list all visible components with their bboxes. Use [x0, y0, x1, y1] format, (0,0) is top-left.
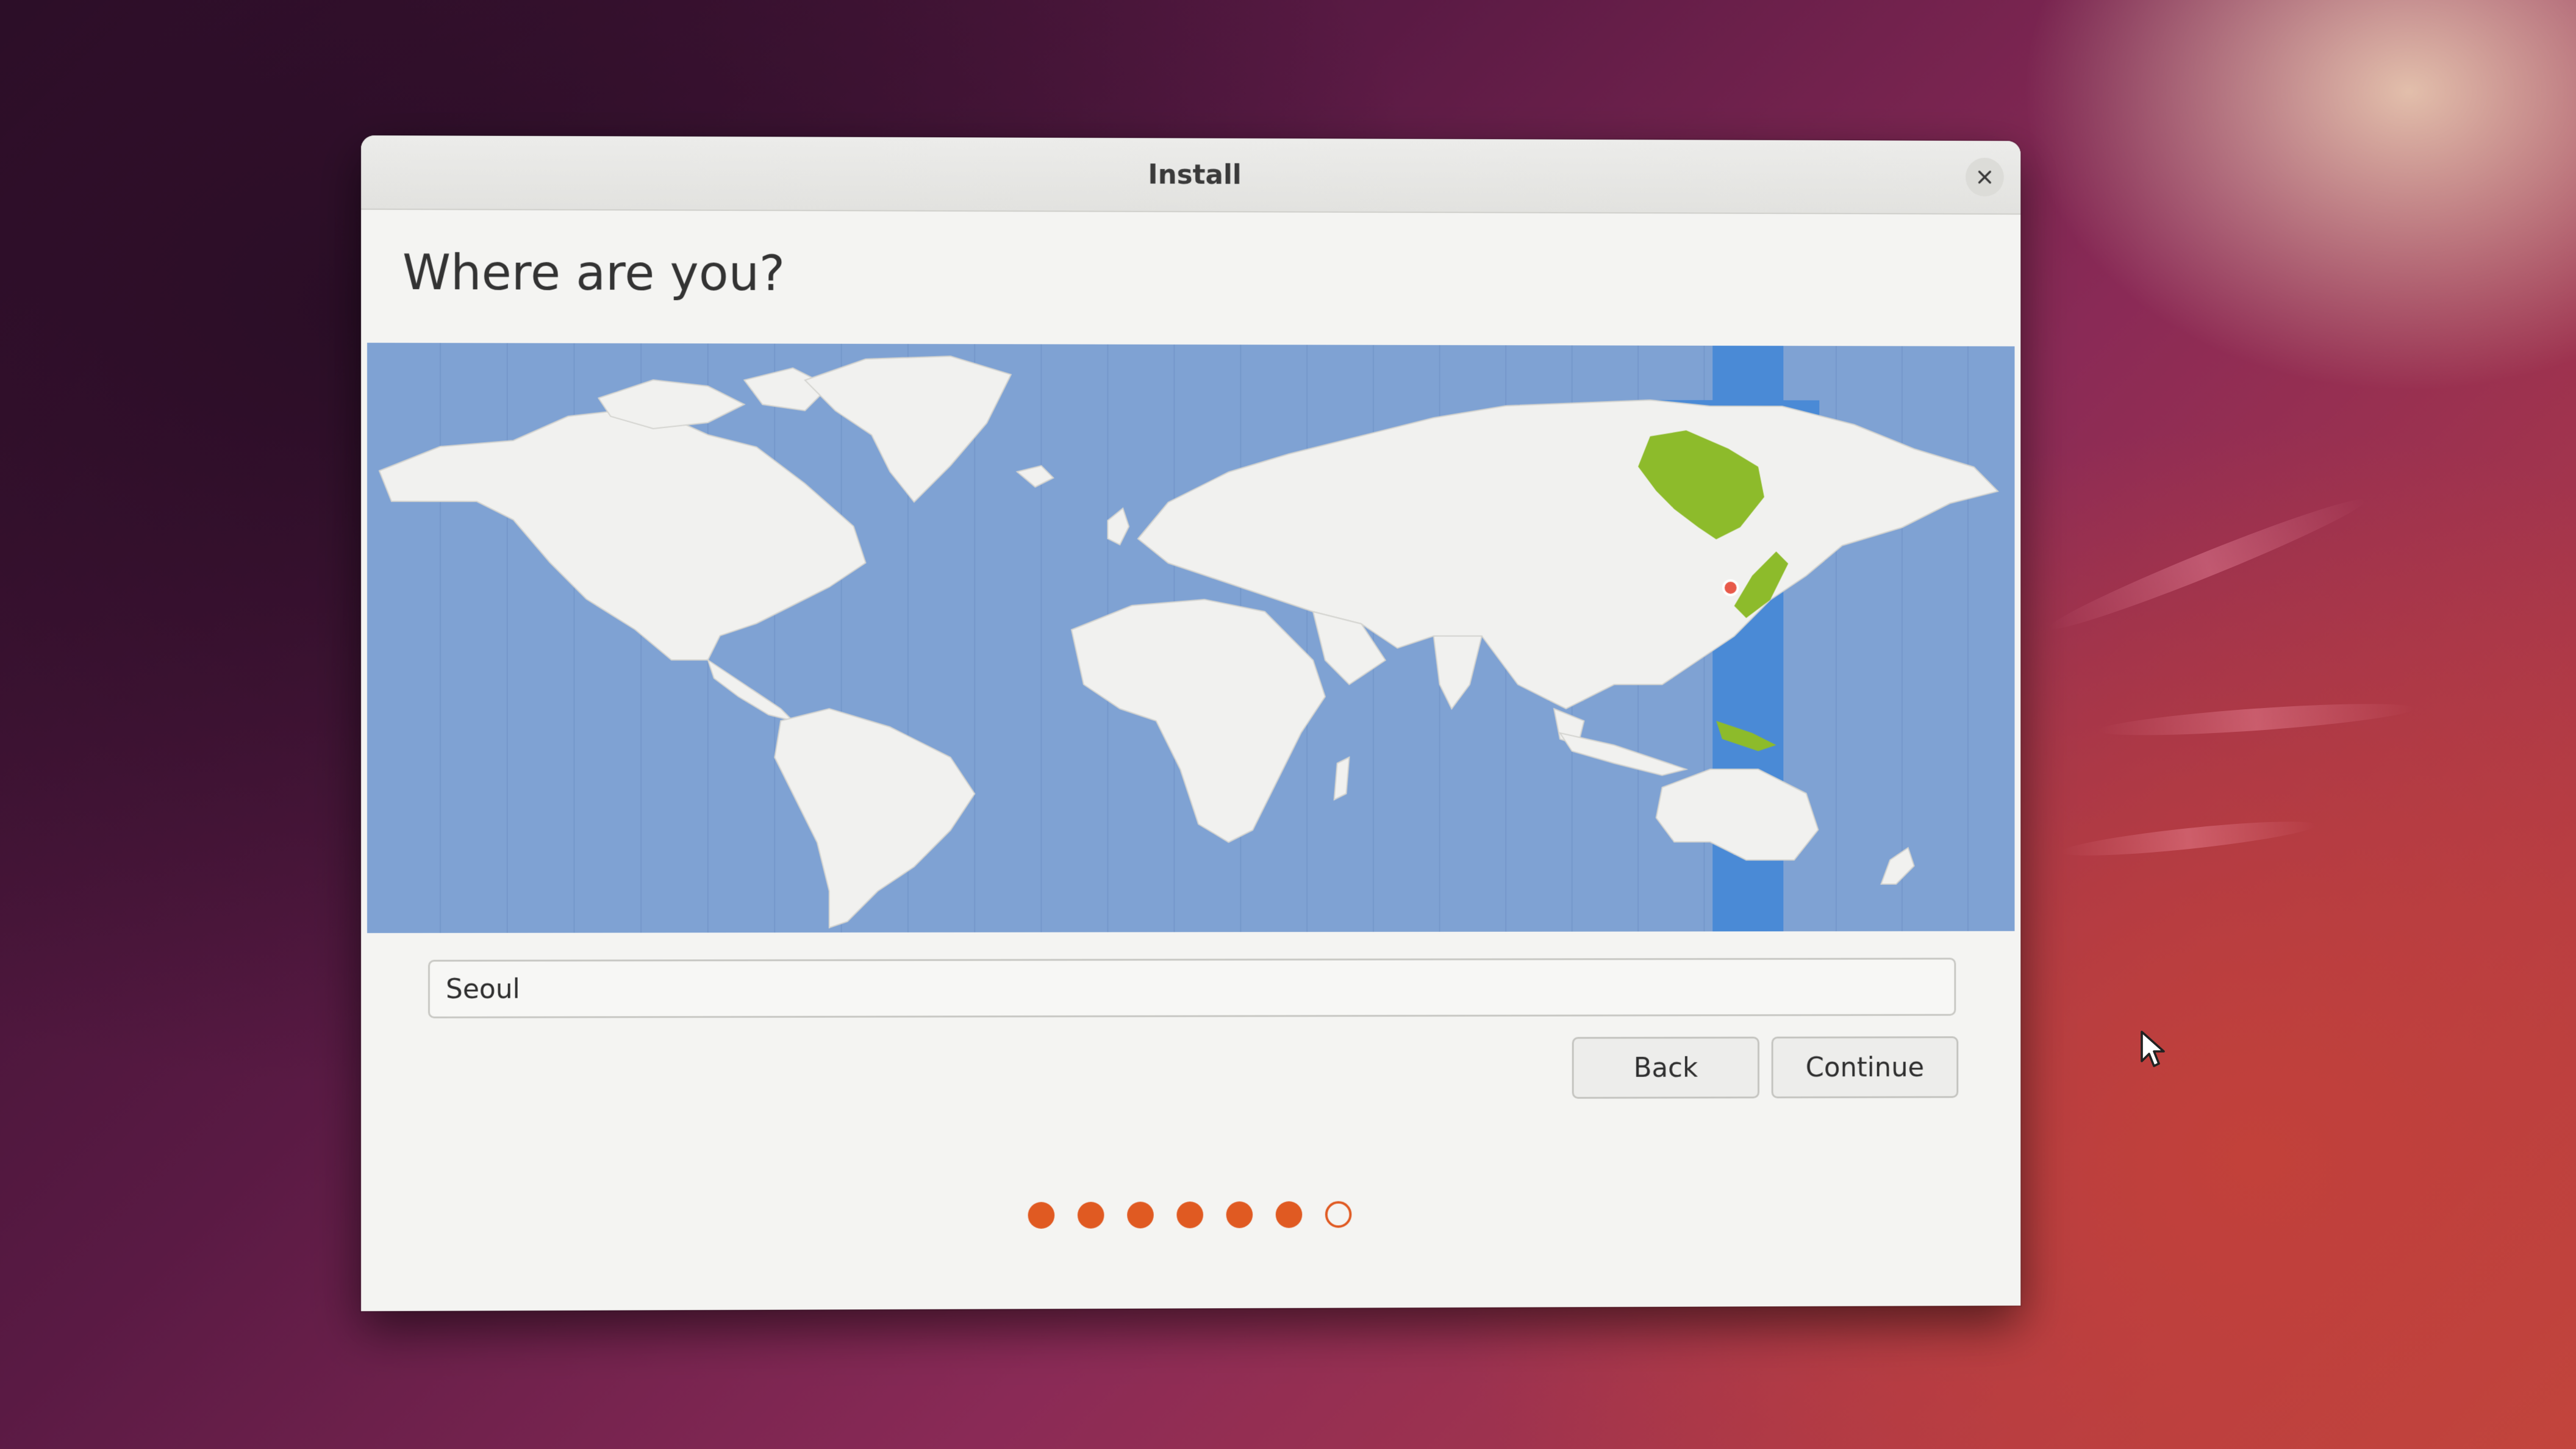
title-bar: Install — [361, 135, 2021, 215]
step-dot-completed — [1176, 1201, 1204, 1229]
close-button[interactable] — [1966, 157, 2004, 197]
city-marker — [1723, 581, 1738, 595]
world-map — [367, 343, 2015, 933]
step-dot-completed — [1226, 1201, 1253, 1228]
close-icon — [1977, 168, 1993, 185]
wallpaper-streak — [2097, 697, 2415, 742]
mouse-pointer-icon — [2141, 1031, 2165, 1067]
back-button[interactable]: Back — [1572, 1036, 1759, 1099]
step-indicator — [1028, 1201, 1352, 1229]
step-dot-completed — [1127, 1201, 1154, 1229]
installer-window: Install Where are you? Seoul Back Contin… — [361, 135, 2021, 1311]
continue-button[interactable]: Continue — [1771, 1036, 1959, 1098]
location-input-value: Seoul — [445, 973, 520, 1005]
step-dot-completed — [1077, 1201, 1104, 1229]
wallpaper-streak — [2044, 488, 2370, 640]
wallpaper-streak — [2060, 815, 2317, 862]
location-input[interactable]: Seoul — [428, 957, 1956, 1018]
window-title: Install — [1148, 159, 1242, 190]
page-heading: Where are you? — [402, 244, 785, 302]
step-dot-pending — [1325, 1201, 1352, 1228]
step-dot-completed — [1275, 1201, 1303, 1228]
timezone-map[interactable] — [367, 343, 2015, 933]
step-dot-completed — [1028, 1201, 1055, 1229]
